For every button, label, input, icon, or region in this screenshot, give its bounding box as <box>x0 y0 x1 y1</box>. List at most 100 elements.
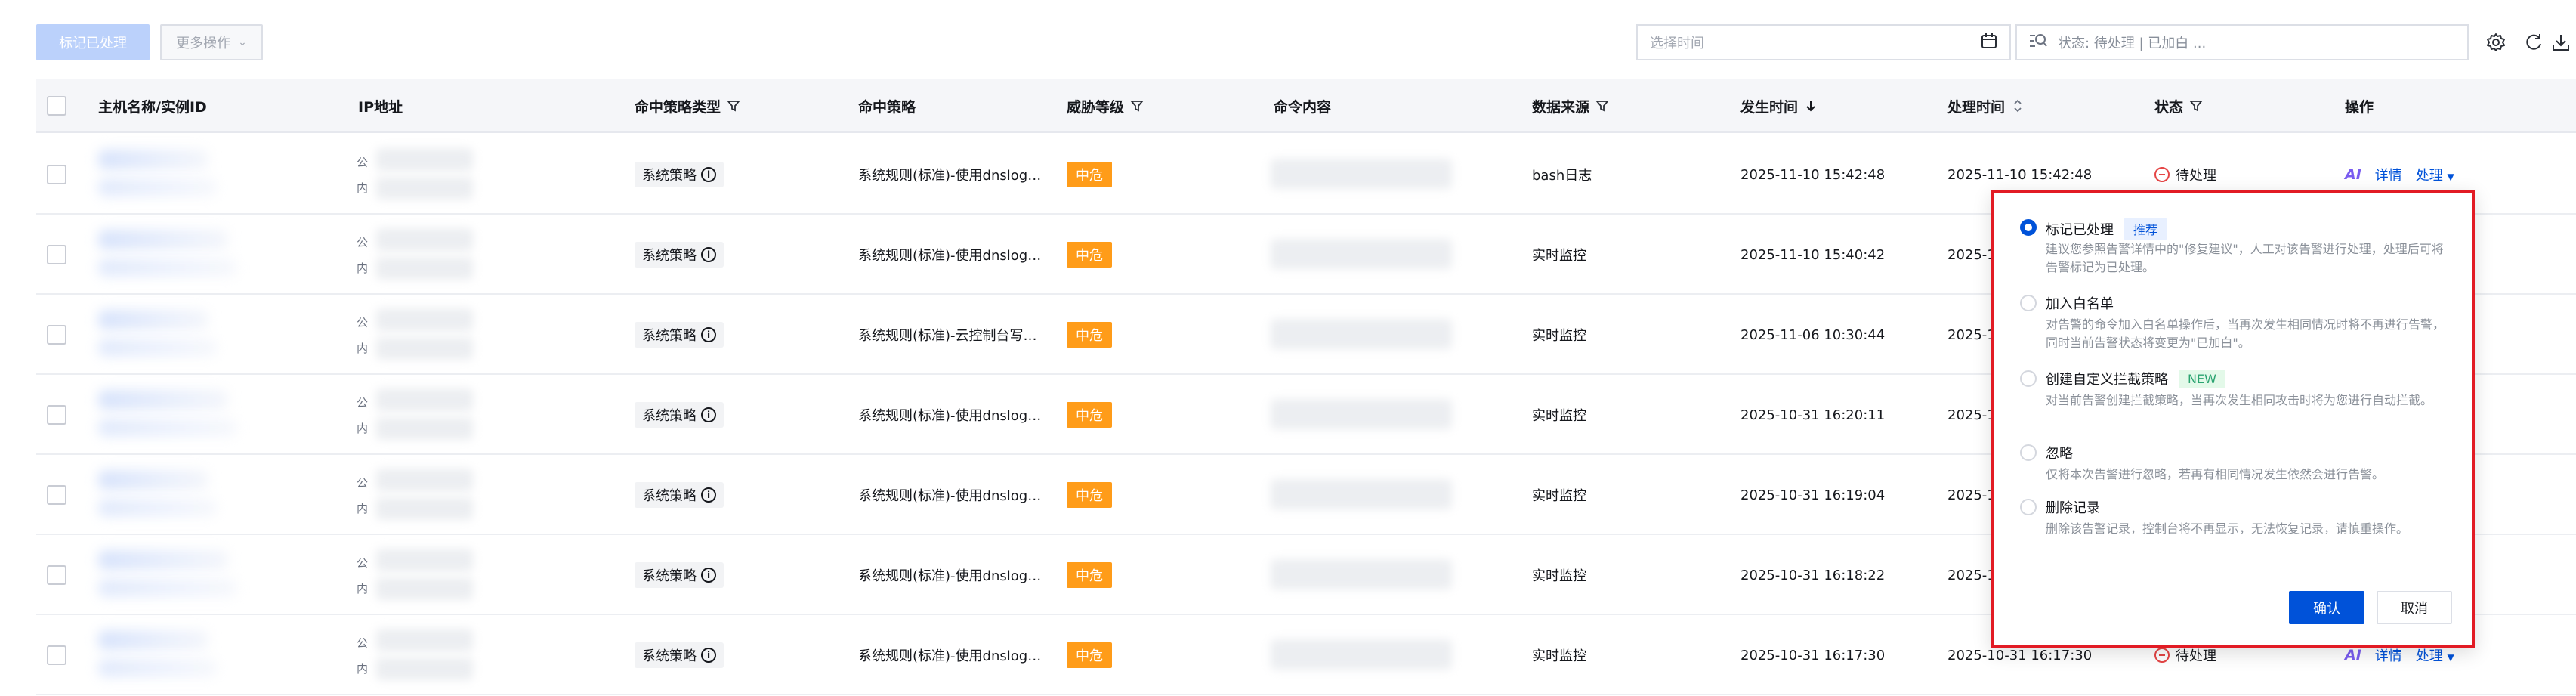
table-header: 主机名称/实例ID IP地址 命中策略类型 命中策略 威胁等级 命令内容 数据来… <box>36 79 2576 133</box>
host-name-redacted[interactable] <box>98 310 208 329</box>
handle-dropdown[interactable]: 处理 ▼ <box>2416 165 2454 184</box>
instance-id-redacted[interactable] <box>98 339 218 357</box>
occur-time-cell: 2025-10-31 16:19:04 <box>1740 487 1886 503</box>
option-radio[interactable] <box>2020 295 2037 311</box>
host-name-redacted[interactable] <box>98 150 208 169</box>
sort-both-icon[interactable] <box>2011 99 2025 113</box>
col-policy-type-label: 命中策略类型 <box>635 98 721 116</box>
col-ops: 操作 <box>2345 79 2374 133</box>
source-cell: 实时监控 <box>1532 408 1586 424</box>
sort-desc-icon[interactable] <box>1804 99 1818 113</box>
policy-type-tag: 系统策略 i <box>635 642 724 668</box>
detail-link[interactable]: 详情 <box>2375 165 2402 184</box>
option-title: 加入白名单 <box>2046 296 2114 312</box>
threat-cell: 中危 <box>1067 455 1112 535</box>
policy-cell: 系统规则(标准)-使用dnslog… <box>858 248 1042 264</box>
private-ip-redacted <box>376 337 473 360</box>
col-occur-time-label: 发生时间 <box>1740 98 1799 116</box>
row-checkbox[interactable] <box>47 325 66 345</box>
info-icon[interactable]: i <box>701 327 716 342</box>
option-radio[interactable] <box>2020 370 2037 387</box>
policy-type-cell: 系统策略 i <box>635 615 724 695</box>
col-status[interactable]: 状态 <box>2154 79 2203 133</box>
host-name-redacted[interactable] <box>98 630 208 650</box>
instance-id-redacted[interactable] <box>98 579 237 597</box>
row-checkbox[interactable] <box>47 405 66 425</box>
row-checkbox[interactable] <box>47 485 66 505</box>
policy-type-cell: 系统策略 i <box>635 375 724 455</box>
filter-funnel-icon[interactable] <box>2189 99 2203 113</box>
policy-type-cell: 系统策略 i <box>635 215 724 295</box>
source-cell: 实时监控 <box>1532 248 1586 264</box>
source-cell: 实时监控 <box>1532 648 1586 664</box>
row-checkbox[interactable] <box>47 165 66 184</box>
option-description: 删除该告警记录，控制台将不再显示，无法恢复记录，请慎重操作。 <box>2046 521 2409 536</box>
row-checkbox[interactable] <box>47 245 66 264</box>
settings-gear-icon[interactable] <box>2482 29 2510 56</box>
host-name-redacted[interactable] <box>98 390 228 410</box>
caret-down-icon: ▼ <box>2447 172 2454 182</box>
col-threat[interactable]: 威胁等级 <box>1067 79 1144 133</box>
info-icon[interactable]: i <box>701 167 716 182</box>
private-ip-redacted <box>376 657 473 680</box>
option-title-row: 创建自定义拦截策略 NEW <box>2046 369 2225 388</box>
col-source[interactable]: 数据来源 <box>1532 79 1609 133</box>
row-checkbox[interactable] <box>47 565 66 585</box>
filter-funnel-icon[interactable] <box>1130 99 1144 113</box>
ai-assist-icon[interactable]: AI <box>2345 647 2361 664</box>
pending-status-icon <box>2154 167 2170 182</box>
policy-type-cell: 系统策略 i <box>635 455 724 535</box>
confirm-button[interactable]: 确认 <box>2289 591 2364 624</box>
info-icon[interactable]: i <box>701 568 716 583</box>
info-icon[interactable]: i <box>701 407 716 422</box>
mark-processed-button[interactable]: 标记已处理 <box>36 24 150 60</box>
option-radio[interactable] <box>2020 219 2037 236</box>
private-ip-label: 内 <box>357 261 369 275</box>
host-name-redacted[interactable] <box>98 550 228 570</box>
col-policy-type[interactable]: 命中策略类型 <box>635 79 740 133</box>
pending-status-icon <box>2154 648 2170 663</box>
col-source-label: 数据来源 <box>1532 98 1590 116</box>
select-all-checkbox[interactable] <box>47 96 66 116</box>
host-name-redacted[interactable] <box>98 230 228 249</box>
policy-type-cell: 系统策略 i <box>635 535 724 615</box>
col-ip-label: IP地址 <box>358 98 403 116</box>
threat-level-badge: 中危 <box>1067 242 1112 268</box>
col-occur-time[interactable]: 发生时间 <box>1740 79 1818 133</box>
public-ip-label: 公 <box>357 316 369 329</box>
date-picker-input[interactable]: 选择时间 <box>1636 24 2011 60</box>
info-icon[interactable]: i <box>701 487 716 503</box>
policy-type-text: 系统策略 <box>642 168 697 184</box>
filter-search-input[interactable]: 状态: 待处理 | 已加白 ... <box>2015 24 2469 60</box>
col-handle-time-label: 处理时间 <box>1947 98 2006 116</box>
info-icon[interactable]: i <box>701 648 716 663</box>
option-radio[interactable] <box>2020 499 2037 515</box>
instance-id-redacted[interactable] <box>98 499 218 517</box>
instance-id-redacted[interactable] <box>98 419 237 437</box>
filter-search-icon <box>2029 32 2047 53</box>
occur-time-cell: 2025-10-31 16:20:11 <box>1740 407 1886 423</box>
instance-id-redacted[interactable] <box>98 258 237 277</box>
refresh-icon[interactable] <box>2520 29 2547 56</box>
option-badge: 推荐 <box>2124 218 2167 240</box>
col-handle-time[interactable]: 处理时间 <box>1947 79 2025 133</box>
option-radio[interactable] <box>2020 444 2037 461</box>
more-actions-button[interactable]: 更多操作 ⌄ <box>160 24 263 60</box>
download-icon[interactable] <box>2547 29 2574 56</box>
info-icon[interactable]: i <box>701 247 716 262</box>
caret-down-icon: ▼ <box>2447 652 2454 663</box>
host-name-redacted[interactable] <box>98 470 208 490</box>
private-ip-label: 内 <box>357 181 369 195</box>
col-policy-label: 命中策略 <box>858 98 916 116</box>
filter-funnel-icon[interactable] <box>727 99 740 113</box>
filter-funnel-icon[interactable] <box>1595 99 1609 113</box>
source-cell: 实时监控 <box>1532 328 1586 344</box>
row-checkbox[interactable] <box>47 645 66 665</box>
public-ip-label: 公 <box>357 156 369 169</box>
policy-type-tag: 系统策略 i <box>635 322 724 348</box>
option-title-row: 加入白名单 <box>2046 293 2114 313</box>
instance-id-redacted[interactable] <box>98 659 218 677</box>
ai-assist-icon[interactable]: AI <box>2345 166 2361 183</box>
instance-id-redacted[interactable] <box>98 178 218 196</box>
cancel-button[interactable]: 取消 <box>2377 591 2452 624</box>
